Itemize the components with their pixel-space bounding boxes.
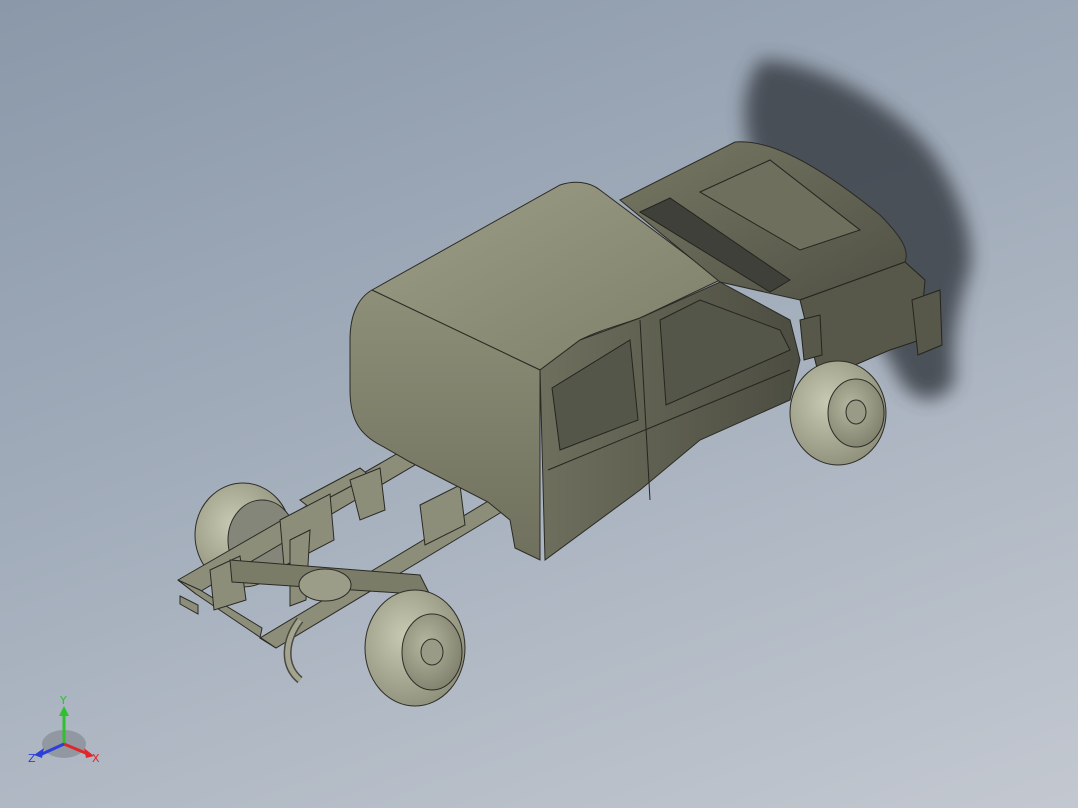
- triad-x-label: X: [92, 752, 100, 765]
- front-right-wheel[interactable]: [789, 360, 887, 466]
- triad-z-label: Z: [28, 752, 36, 765]
- graphics-viewport[interactable]: Y X Z: [0, 0, 1078, 808]
- rear-right-wheel[interactable]: [364, 589, 466, 707]
- reference-triad[interactable]: Y X Z: [26, 692, 106, 772]
- triad-y-label: Y: [59, 694, 67, 707]
- triad-y-arrow: [59, 706, 69, 716]
- truck-model[interactable]: [0, 0, 1078, 808]
